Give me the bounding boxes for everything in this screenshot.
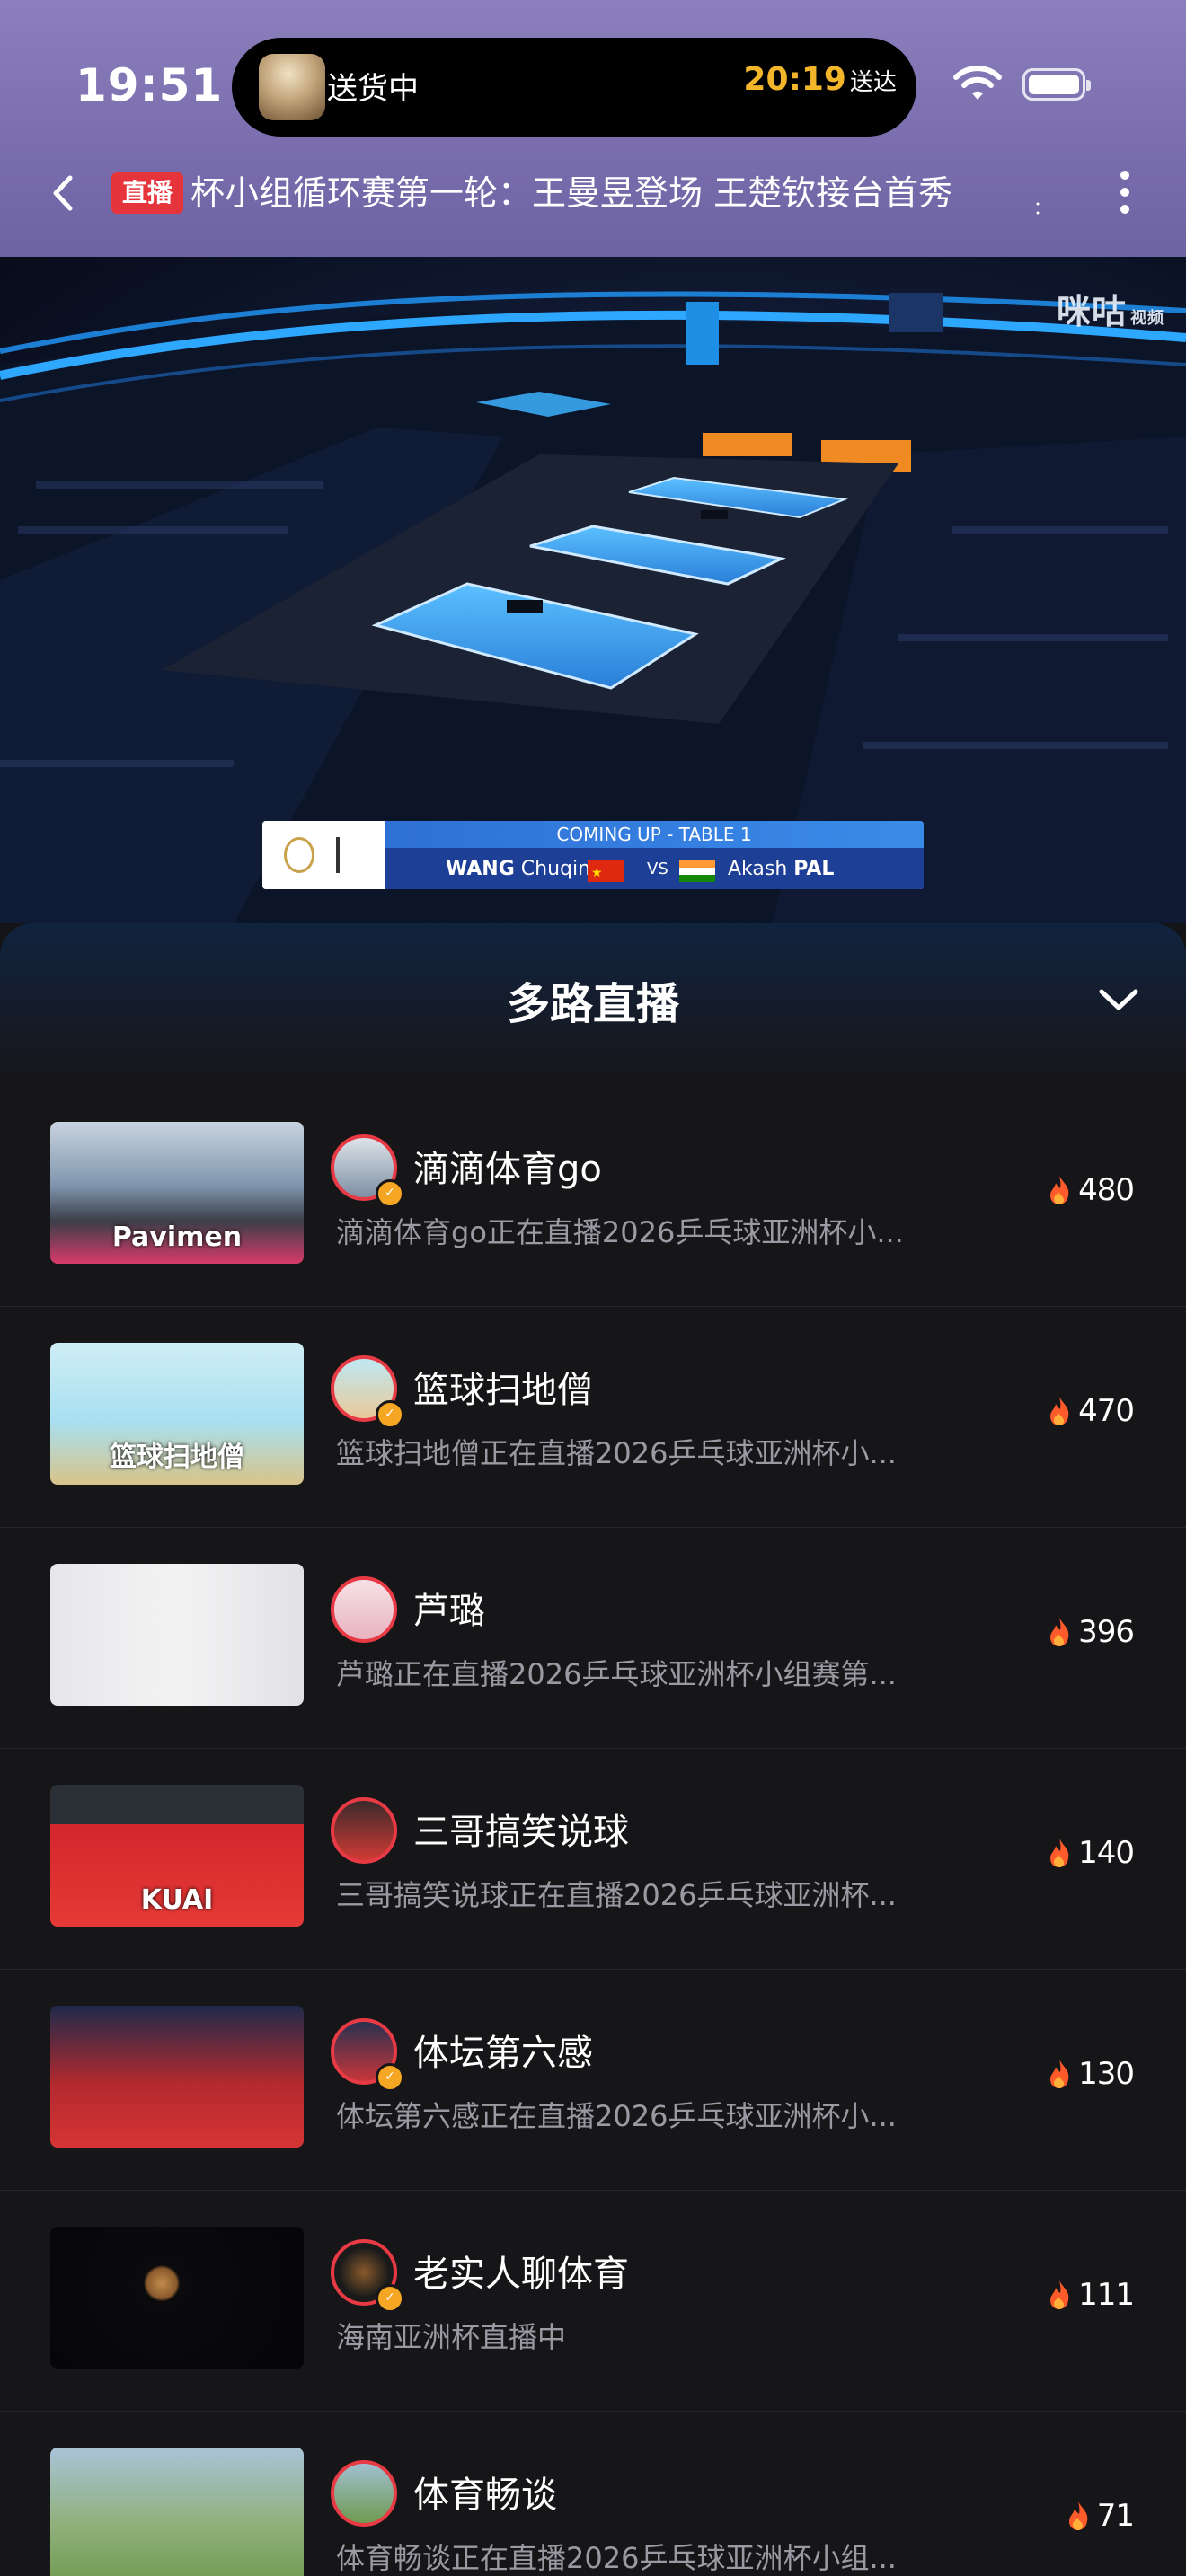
verified-badge-icon: ✓ xyxy=(376,2284,404,2313)
popularity-value: 140 xyxy=(1078,1835,1135,1871)
stream-description: 三哥搞笑说球正在直播2026乒乓球亚洲杯... xyxy=(336,1878,897,1912)
player2-name: Akash PAL xyxy=(728,858,835,880)
delivery-status: 送货中 xyxy=(327,71,419,107)
stream-thumbnail[interactable] xyxy=(50,2448,304,2576)
stream-thumbnail[interactable] xyxy=(50,2006,304,2148)
panel-title: 多路直播 xyxy=(506,979,679,1029)
stream-row[interactable]: ✓ 老实人聊体育 海南亚洲杯直播中 111 xyxy=(0,2191,1186,2412)
multi-stream-panel: 多路直播 Pavimen ✓ 滴滴体育go 滴滴体育go正在直播2026乒乓球亚… xyxy=(0,923,1186,2576)
event-logo xyxy=(262,821,385,889)
china-flag-icon xyxy=(588,855,624,889)
popularity-value: 480 xyxy=(1078,1172,1135,1208)
title-container: 杯小组循环赛第一轮：王曼昱登场 王楚钦接台首秀 xyxy=(190,167,1044,219)
delivery-eta: 20:19 送达 xyxy=(743,61,897,98)
stream-row[interactable]: Pavimen ✓ 滴滴体育go 滴滴体育go正在直播2026乒乓球亚洲杯小..… xyxy=(0,1086,1186,1307)
player1-name: WANG Chuqin xyxy=(446,858,591,880)
stream-row[interactable]: 篮球扫地僧 ✓ 篮球扫地僧 篮球扫地僧正在直播2026乒乓球亚洲杯小... 47… xyxy=(0,1307,1186,1528)
popularity-value: 130 xyxy=(1078,2056,1135,2092)
streamer-name: 体坛第六感 xyxy=(413,2033,593,2074)
watermark-sub: 视频 xyxy=(1130,309,1164,328)
courier-avatar xyxy=(259,54,325,120)
flame-icon xyxy=(1050,1397,1069,1425)
status-time: 19:51 xyxy=(75,59,224,111)
stream-thumbnail[interactable]: 篮球扫地僧 xyxy=(50,1343,304,1485)
popularity-count: 470 xyxy=(1047,1393,1135,1434)
back-button[interactable] xyxy=(41,171,86,216)
flame-icon xyxy=(1050,2060,1069,2088)
battery-icon xyxy=(1022,68,1091,101)
watermark-brand: 咪咕 xyxy=(1056,292,1127,331)
stream-thumbnail[interactable]: Pavimen xyxy=(50,1122,304,1264)
thumbnail-caption: Pavimen xyxy=(111,1222,243,1253)
streamer-avatar[interactable] xyxy=(331,1797,397,1864)
verified-badge-icon: ✓ xyxy=(376,2063,404,2092)
popularity-count: 480 xyxy=(1047,1172,1135,1213)
live-badge: 直播 xyxy=(111,172,184,214)
streamer-name: 三哥搞笑说球 xyxy=(413,1812,629,1853)
streamer-avatar[interactable] xyxy=(331,2460,397,2527)
video-watermark-logo: 咪咕 视频 xyxy=(1057,284,1164,333)
flame-icon xyxy=(1050,1618,1069,1646)
popularity-value: 71 xyxy=(1096,2498,1135,2534)
flame-icon xyxy=(1050,1176,1069,1204)
stream-thumbnail[interactable]: KUAI xyxy=(50,1785,304,1927)
popularity-count: 396 xyxy=(1047,1614,1135,1655)
popularity-count: 130 xyxy=(1047,2056,1135,2097)
stream-description: 芦璐正在直播2026乒乓球亚洲杯小组赛第... xyxy=(336,1657,897,1691)
thumbnail-caption: KUAI xyxy=(140,1884,214,1916)
match-lower-third: COMING UP - TABLE 1 WANG Chuqin VS Akash… xyxy=(262,821,924,889)
flame-icon xyxy=(1050,1839,1069,1867)
streamer-name: 滴滴体育go xyxy=(413,1149,602,1190)
streamer-name: 老实人聊体育 xyxy=(413,2254,629,2295)
stream-row[interactable]: KUAI 三哥搞笑说球 三哥搞笑说球正在直播2026乒乓球亚洲杯... 140 xyxy=(0,1749,1186,1970)
dynamic-island-delivery[interactable]: 送货中 20:19 送达 xyxy=(232,38,916,137)
video-player[interactable]: 咪咕视频 COMING UP - TABLE 1 WANG Chuqin VS … xyxy=(0,257,1186,923)
popularity-count: 71 xyxy=(1066,2498,1135,2539)
stream-description: 滴滴体育go正在直播2026乒乓球亚洲杯小... xyxy=(336,1215,904,1249)
stream-row[interactable]: 体育畅谈 体育畅谈正在直播2026乒乓球亚洲杯小组... 71 xyxy=(0,2412,1186,2576)
stream-thumbnail[interactable] xyxy=(50,2227,304,2369)
streamer-avatar[interactable] xyxy=(331,1576,397,1643)
delivery-eta-time: 20:19 xyxy=(743,61,846,98)
stream-thumbnail[interactable] xyxy=(50,1564,304,1706)
stream-description: 海南亚洲杯直播中 xyxy=(336,2320,567,2354)
streamer-name: 体育畅谈 xyxy=(413,2475,557,2516)
flame-icon xyxy=(1050,2280,1069,2309)
india-flag-icon xyxy=(679,860,715,882)
stream-description: 篮球扫地僧正在直播2026乒乓球亚洲杯小... xyxy=(336,1436,897,1470)
chevron-down-icon[interactable] xyxy=(1098,986,1139,1013)
flame-icon xyxy=(1068,2501,1087,2530)
page-title: 杯小组循环赛第一轮：王曼昱登场 王楚钦接台首秀 xyxy=(190,173,953,213)
more-vertical-icon[interactable] xyxy=(1109,165,1141,223)
versus-label: VS xyxy=(647,860,668,878)
popularity-value: 111 xyxy=(1078,2277,1135,2313)
thumbnail-caption: 篮球扫地僧 xyxy=(110,1442,244,1473)
match-players: WANG Chuqin VS Akash PAL xyxy=(385,851,924,889)
stream-description: 体坛第六感正在直播2026乒乓球亚洲杯小... xyxy=(336,2099,897,2133)
title-overflow-mark: ： xyxy=(1033,197,1051,218)
popularity-value: 396 xyxy=(1078,1614,1135,1650)
stream-row[interactable]: 芦璐 芦璐正在直播2026乒乓球亚洲杯小组赛第... 396 xyxy=(0,1528,1186,1749)
verified-badge-icon: ✓ xyxy=(376,1179,404,1208)
popularity-value: 470 xyxy=(1078,1393,1135,1429)
stream-row[interactable]: ✓ 体坛第六感 体坛第六感正在直播2026乒乓球亚洲杯小... 130 xyxy=(0,1970,1186,2191)
popularity-count: 140 xyxy=(1047,1835,1135,1876)
verified-badge-icon: ✓ xyxy=(376,1400,404,1429)
coming-up-heading: COMING UP - TABLE 1 xyxy=(385,821,924,848)
popularity-count: 111 xyxy=(1047,2277,1135,2318)
streamer-name: 芦璐 xyxy=(413,1591,485,1632)
delivery-eta-suffix: 送达 xyxy=(849,69,897,96)
wifi-icon xyxy=(953,66,1002,100)
streamer-name: 篮球扫地僧 xyxy=(413,1370,593,1411)
top-header: 19:51 送货中 20:19 送达 直播 杯小组循环赛第一轮：王曼昱登场 王楚钦… xyxy=(0,0,1186,257)
stream-description: 体育畅谈正在直播2026乒乓球亚洲杯小组... xyxy=(336,2541,897,2575)
